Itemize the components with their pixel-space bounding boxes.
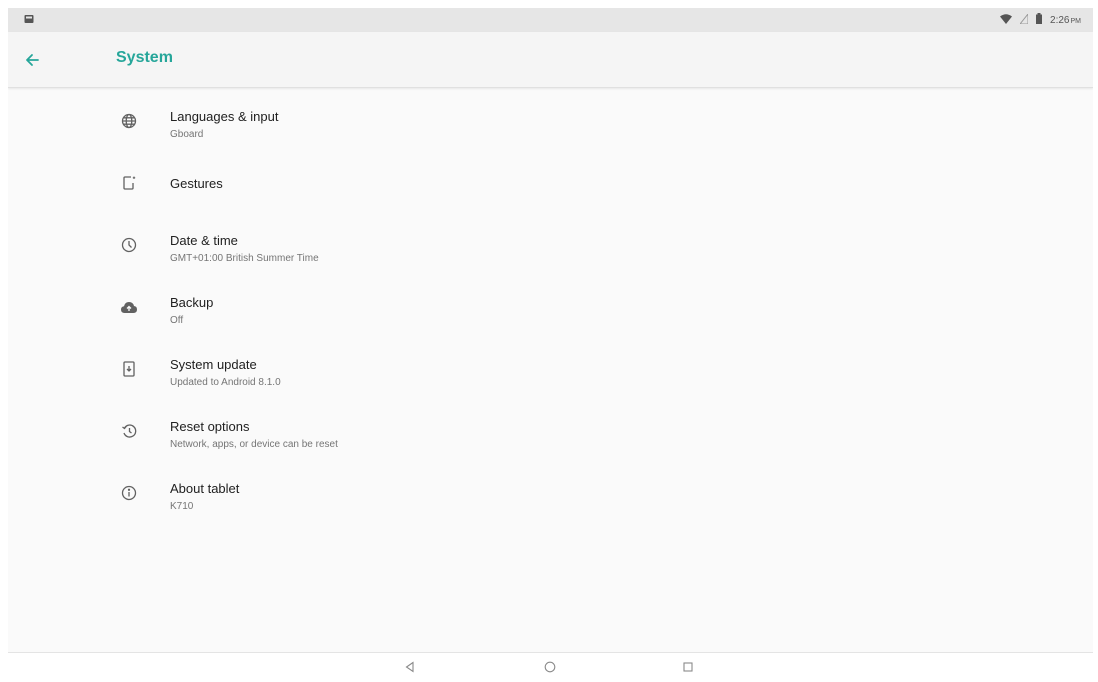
page-title: System	[116, 49, 173, 66]
triangle-back-icon	[405, 661, 414, 673]
signal-icon	[1018, 12, 1029, 27]
item-subtitle: GMT+01:00 British Summer Time	[170, 253, 319, 264]
setting-about-tablet[interactable]: About tablet K710	[8, 462, 1093, 524]
setting-languages-input[interactable]: Languages & input Gboard	[8, 90, 1093, 152]
app-bar: System	[8, 32, 1093, 88]
cloud-upload-icon	[117, 295, 141, 319]
clock-icon	[117, 233, 141, 257]
wifi-icon	[1000, 13, 1013, 27]
navigation-bar	[8, 652, 1093, 678]
item-title: Date & time	[170, 233, 238, 248]
nav-recents-button[interactable]	[678, 657, 698, 677]
item-subtitle: Off	[170, 315, 184, 326]
setting-date-time[interactable]: Date & time GMT+01:00 British Summer Tim…	[8, 214, 1093, 276]
item-title: Reset options	[170, 419, 250, 434]
status-bar: 2:26PM	[8, 8, 1093, 32]
status-time: 2:26PM	[1050, 14, 1081, 26]
setting-reset-options[interactable]: Reset options Network, apps, or device c…	[8, 400, 1093, 462]
circle-home-icon	[544, 661, 556, 673]
item-subtitle: Updated to Android 8.1.0	[170, 377, 281, 388]
setting-backup[interactable]: Backup Off	[8, 276, 1093, 338]
square-recents-icon	[683, 662, 693, 672]
system-update-icon	[117, 357, 141, 381]
nav-home-button[interactable]	[540, 657, 560, 677]
item-title: System update	[170, 357, 257, 372]
item-title: Languages & input	[170, 109, 279, 124]
item-subtitle: Gboard	[170, 129, 204, 140]
item-title: About tablet	[170, 481, 240, 496]
notification-icon	[24, 14, 34, 27]
info-icon	[117, 481, 141, 505]
status-icons: 2:26PM	[1000, 12, 1081, 27]
item-title: Backup	[170, 295, 214, 310]
gestures-icon	[117, 171, 141, 195]
setting-gestures[interactable]: Gestures	[8, 152, 1093, 214]
arrow-back-icon	[26, 54, 39, 66]
settings-screen: 2:26PM System Languages & input Gboard G…	[8, 8, 1093, 678]
restore-icon	[117, 419, 141, 443]
item-title: Gestures	[170, 176, 223, 191]
settings-list: Languages & input Gboard Gestures Date &…	[8, 90, 1093, 524]
globe-icon	[117, 109, 141, 133]
nav-back-button[interactable]	[400, 657, 420, 677]
setting-system-update[interactable]: System update Updated to Android 8.1.0	[8, 338, 1093, 400]
battery-icon	[1036, 13, 1043, 27]
item-subtitle: Network, apps, or device can be reset	[170, 439, 338, 450]
item-subtitle: K710	[170, 501, 194, 512]
back-button[interactable]	[20, 48, 44, 72]
